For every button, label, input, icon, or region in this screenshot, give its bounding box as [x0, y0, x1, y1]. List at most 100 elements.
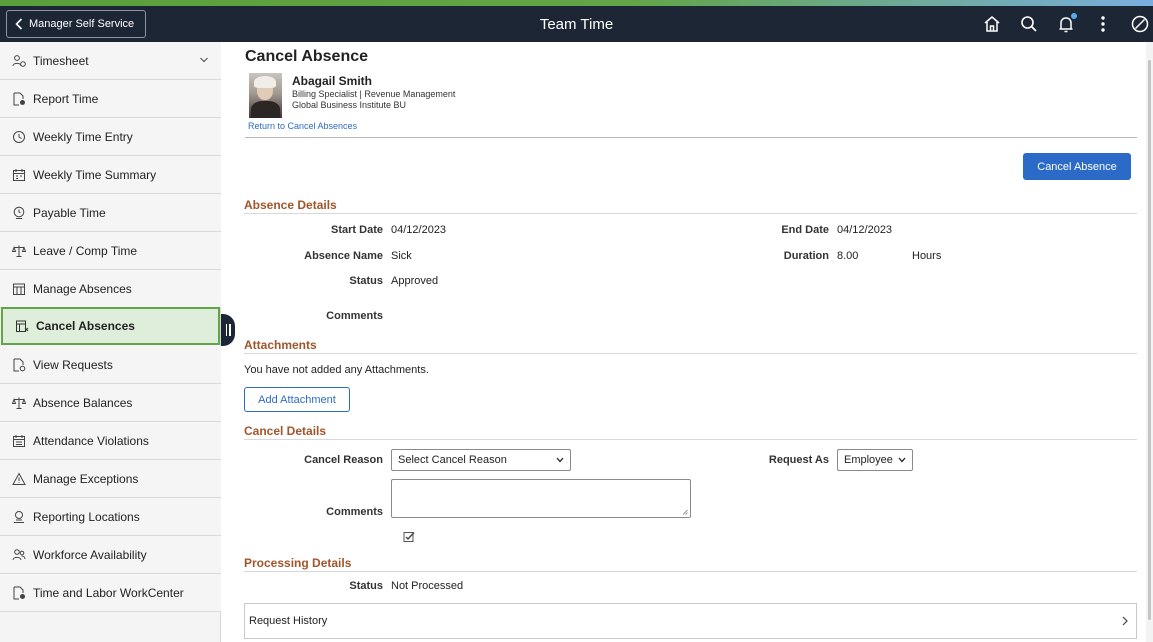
duration-unit: Hours — [912, 250, 942, 262]
employee-name: Abagail Smith — [292, 74, 373, 88]
view-requests-icon — [12, 358, 26, 372]
sidebar-item-weekly-time-entry[interactable]: Weekly Time Entry — [0, 118, 221, 156]
sidebar-item-view-requests[interactable]: View Requests — [0, 346, 221, 384]
attachments-title: Attachments — [244, 338, 317, 352]
end-date-label: End Date — [781, 224, 829, 236]
cancel-comments-label: Comments — [326, 506, 383, 518]
workcenter-icon — [12, 586, 26, 600]
payable-time-icon — [12, 206, 26, 220]
processing-details-title: Processing Details — [244, 556, 352, 570]
report-time-icon — [12, 92, 26, 106]
duration-value: 8.00 — [837, 250, 859, 262]
employee-photo — [249, 73, 282, 118]
sidebar-item-cancel-absences[interactable]: Cancel Absences — [1, 307, 220, 345]
section-divider — [244, 213, 1137, 214]
sidebar-item-label: Absence Balances — [33, 395, 133, 410]
spell-check-icon[interactable] — [403, 531, 415, 543]
chevron-right-icon — [1122, 616, 1128, 626]
sidebar-item-label: Weekly Time Summary — [33, 167, 157, 182]
sidebar-item-label: Cancel Absences — [36, 319, 135, 333]
sidebar-item-label: Manage Absences — [33, 281, 132, 296]
processing-status-label: Status — [349, 580, 383, 592]
more-actions-icon[interactable] — [1090, 12, 1116, 36]
add-attachment-button[interactable]: Add Attachment — [244, 387, 350, 412]
balance-icon — [12, 396, 26, 410]
employee-role: Billing Specialist | Revenue Management — [292, 89, 456, 99]
sidebar-item-absence-balances[interactable]: Absence Balances — [0, 384, 221, 422]
warning-icon — [12, 471, 26, 486]
sidebar-item-workforce-availability[interactable]: Workforce Availability — [0, 536, 221, 574]
calendar-summary-icon — [12, 168, 26, 182]
duration-label: Duration — [783, 250, 829, 262]
main-content: Cancel Absence Abagail Smith Billing Spe… — [236, 42, 1153, 642]
request-as-value: Employee — [844, 454, 893, 466]
absence-name-label: Absence Name — [304, 250, 383, 262]
sidebar-item-timesheet[interactable]: Timesheet — [0, 42, 221, 80]
chevron-left-icon — [15, 18, 23, 30]
search-icon[interactable] — [1016, 12, 1042, 36]
chevron-down-icon — [898, 457, 906, 463]
sidebar-item-label: Report Time — [33, 91, 99, 106]
section-divider — [244, 439, 1137, 440]
status-label: Status — [349, 275, 383, 287]
back-button[interactable]: Manager Self Service — [6, 10, 146, 38]
calendar-icon — [12, 434, 26, 448]
page-title: Cancel Absence — [245, 48, 369, 65]
cancel-reason-select[interactable]: Select Cancel Reason — [391, 449, 571, 471]
header-divider — [245, 137, 1137, 138]
cancel-absence-button[interactable]: Cancel Absence — [1023, 153, 1131, 180]
collapse-panel-handle[interactable] — [221, 314, 235, 346]
sidebar-item-label: Attendance Violations — [33, 433, 149, 448]
sidebar-item-manage-exceptions[interactable]: Manage Exceptions — [0, 460, 221, 498]
sidebar-item-label: Reporting Locations — [33, 509, 140, 524]
return-to-cancel-absences-link[interactable]: Return to Cancel Absences — [248, 121, 357, 131]
sidebar-item-leave-comp-time[interactable]: Leave / Comp Time — [0, 232, 221, 270]
scales-icon — [12, 244, 26, 258]
people-icon — [12, 548, 26, 562]
top-navigation-bar: Manager Self Service Team Time — [0, 6, 1153, 42]
resize-grip-icon[interactable] — [682, 509, 688, 515]
sidebar-item-weekly-time-summary[interactable]: Weekly Time Summary — [0, 156, 221, 194]
sidebar-item-reporting-locations[interactable]: Reporting Locations — [0, 498, 221, 536]
comments-label: Comments — [326, 310, 383, 322]
sidebar-item-label: Leave / Comp Time — [33, 243, 138, 258]
request-as-label: Request As — [768, 454, 829, 466]
notification-badge — [1071, 13, 1077, 19]
absence-name-value: Sick — [391, 250, 412, 262]
request-history-row[interactable]: Request History — [244, 603, 1137, 639]
request-history-label: Request History — [249, 615, 328, 627]
header-actions — [968, 12, 1153, 36]
chevron-down-icon — [556, 457, 564, 463]
employee-business-unit: Global Business Institute BU — [292, 100, 407, 110]
cancel-reason-value: Select Cancel Reason — [398, 454, 507, 466]
request-as-select[interactable]: Employee — [837, 449, 913, 471]
person-clock-icon — [12, 54, 26, 68]
section-divider — [244, 571, 1137, 572]
sidebar-item-label: Time and Labor WorkCenter — [33, 585, 184, 600]
cancel-absences-icon — [15, 319, 29, 333]
sidebar-item-payable-time[interactable]: Payable Time — [0, 194, 221, 232]
sidebar-item-manage-absences[interactable]: Manage Absences — [0, 270, 221, 308]
sidebar-item-label: Payable Time — [33, 205, 106, 220]
sidebar-item-attendance-violations[interactable]: Attendance Violations — [0, 422, 221, 460]
sidebar-item-time-and-labor-workcenter[interactable]: Time and Labor WorkCenter — [0, 574, 221, 612]
location-icon — [12, 510, 26, 524]
notifications-icon[interactable] — [1053, 12, 1079, 36]
sidebar-item-report-time[interactable]: Report Time — [0, 80, 221, 118]
left-navigation-panel: Timesheet Report Time Weekly Time Entry … — [0, 42, 221, 642]
cancel-reason-label: Cancel Reason — [304, 454, 383, 466]
processing-status-value: Not Processed — [391, 580, 464, 592]
scrollbar-thumb[interactable] — [1148, 60, 1151, 620]
home-icon[interactable] — [979, 12, 1005, 36]
sidebar-item-label: View Requests — [33, 357, 113, 372]
end-date-value: 04/12/2023 — [837, 224, 893, 236]
navbar-icon[interactable] — [1127, 12, 1153, 36]
cancel-comments-field[interactable] — [391, 479, 691, 518]
absence-details-title: Absence Details — [244, 198, 337, 212]
chevron-down-icon[interactable] — [199, 55, 209, 65]
sidebar-item-label: Manage Exceptions — [33, 471, 139, 486]
sidebar-item-label: Timesheet — [33, 53, 89, 68]
section-divider — [244, 353, 1137, 354]
no-attachments-text: You have not added any Attachments. — [244, 364, 429, 376]
start-date-value: 04/12/2023 — [391, 224, 447, 236]
